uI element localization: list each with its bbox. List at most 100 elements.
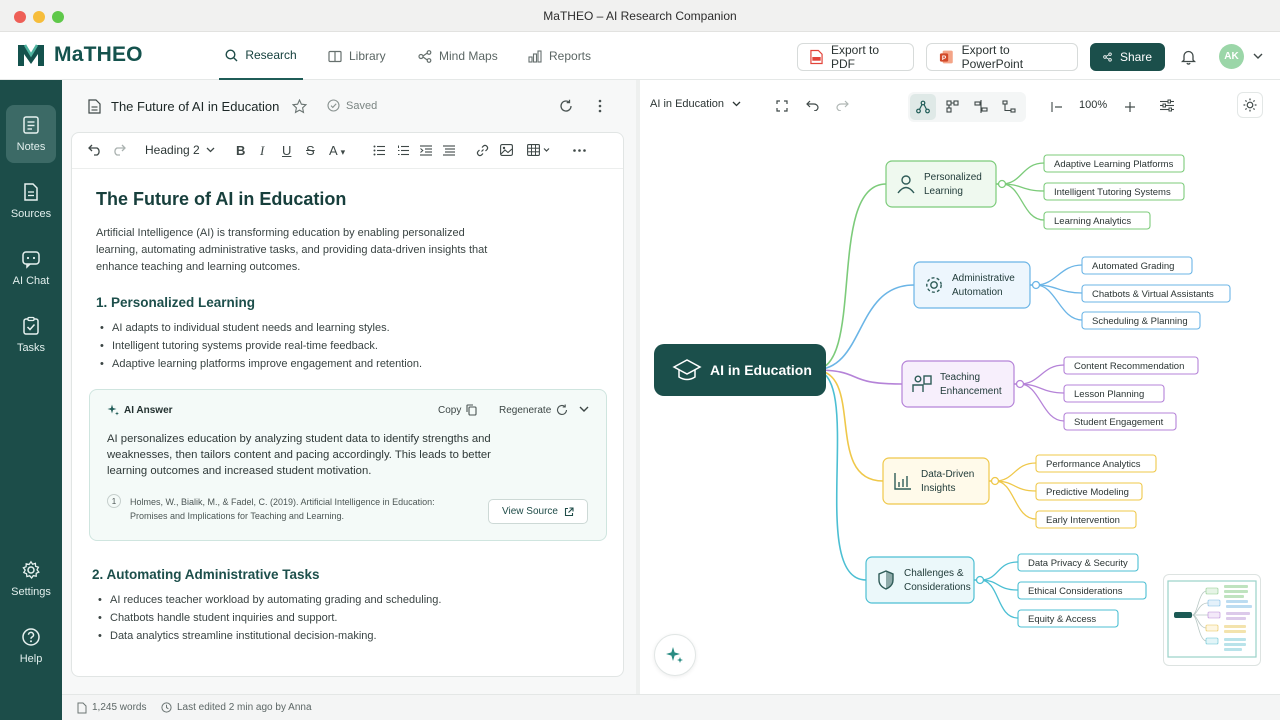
user-avatar[interactable]: AK — [1219, 44, 1244, 69]
branch-node-label: Personalized — [924, 172, 982, 183]
export-pdf-button[interactable]: Export to PDF — [797, 43, 914, 71]
sidebar-item-sources[interactable]: Sources — [6, 172, 56, 230]
mindmap-leaf-node[interactable]: Early Intervention — [1035, 510, 1137, 529]
indent-icon[interactable] — [420, 145, 432, 156]
root-node-label: AI in Education — [710, 362, 812, 378]
share-button[interactable]: Share — [1090, 43, 1165, 71]
mindmap-leaf-node[interactable]: Predictive Modeling — [1035, 482, 1143, 501]
branch-junction[interactable] — [975, 575, 985, 585]
strikethrough-icon[interactable]: S — [306, 143, 315, 158]
sidebar-item-label: Tasks — [16, 342, 46, 354]
branch-node-label: Learning — [924, 186, 963, 197]
leaf-connector — [1030, 284, 1083, 321]
mindmap-leaf-node[interactable]: Automated Grading — [1081, 256, 1193, 275]
table-icon[interactable] — [527, 144, 551, 156]
branch-junction[interactable] — [997, 179, 1007, 189]
app-name: MaTHEO — [54, 43, 143, 66]
ai-assist-button[interactable] — [654, 634, 696, 676]
star-icon[interactable] — [292, 99, 307, 114]
leaf-node-label: Automated Grading — [1092, 261, 1174, 272]
mindmap-root-node[interactable]: AI in Education — [654, 344, 826, 396]
align-icon[interactable] — [443, 145, 455, 156]
check-circle-icon — [327, 99, 340, 112]
leaf-node-label: Student Engagement — [1074, 417, 1164, 428]
mindmap-leaf-node[interactable]: Adaptive Learning Platforms — [1043, 154, 1185, 173]
mindmap-leaf-node[interactable]: Scheduling & Planning — [1081, 311, 1201, 330]
copy-label: Copy — [438, 404, 462, 416]
mindmap-leaf-node[interactable]: Content Recommendation — [1063, 356, 1199, 375]
sidebar-item-label: Notes — [16, 141, 46, 153]
bullet-list-icon[interactable] — [373, 145, 385, 156]
ai-answer-text: AI personalizes education by analyzing s… — [107, 433, 491, 477]
regenerate-button[interactable]: Regenerate — [499, 404, 568, 416]
section-heading: 1. Personalized Learning — [96, 295, 256, 310]
mindmap-branch-node[interactable]: Challenges & Considerations — [865, 556, 975, 604]
underline-icon[interactable]: U — [282, 143, 291, 158]
tab-research[interactable]: Research — [219, 32, 303, 80]
sidebar-item-help[interactable]: Help — [6, 617, 56, 675]
sidebar-item-ai-chat[interactable]: AI Chat — [6, 239, 56, 297]
tab-reports[interactable]: Reports — [528, 32, 591, 80]
refresh-icon[interactable] — [559, 99, 573, 113]
mindmap-leaf-node[interactable]: Ethical Considerations — [1017, 581, 1147, 600]
sidebar-item-label: AI Chat — [12, 275, 50, 287]
mindmap-leaf-node[interactable]: Intelligent Tutoring Systems — [1043, 182, 1185, 201]
app-logo[interactable]: MaTHEO — [16, 42, 143, 68]
status-bar: 1,245 words Last edited 2 min ago by Ann… — [62, 694, 1280, 720]
undo-icon[interactable] — [88, 144, 102, 156]
more-vertical-icon[interactable] — [598, 99, 602, 113]
leaf-node-label: Adaptive Learning Platforms — [1054, 159, 1174, 170]
leaf-connector — [996, 183, 1045, 221]
sidebar-item-label: Settings — [11, 586, 51, 598]
mindmap-pane: AI in Education 100% AI in Education Pers… — [640, 80, 1280, 694]
branch-node-box — [885, 160, 997, 208]
leaf-node-label: Equity & Access — [1028, 614, 1096, 625]
mindmap-leaf-node[interactable]: Equity & Access — [1017, 609, 1119, 628]
bell-icon[interactable] — [1181, 49, 1196, 65]
link-icon[interactable] — [476, 144, 489, 157]
bold-icon[interactable]: B — [236, 143, 245, 158]
copy-button[interactable]: Copy — [438, 404, 477, 416]
sidebar-item-settings[interactable]: Settings — [6, 550, 56, 608]
powerpoint-icon: P — [939, 50, 953, 64]
export-powerpoint-label: Export to PowerPoint — [961, 43, 1024, 71]
leaf-node-label: Chatbots & Virtual Assistants — [1092, 289, 1214, 300]
minimap[interactable] — [1163, 574, 1261, 666]
tab-mind-maps[interactable]: Mind Maps — [418, 32, 498, 80]
text-color-icon[interactable]: A ▾ — [329, 143, 345, 158]
view-source-button[interactable]: View Source — [488, 499, 588, 524]
mindmap-branch-node[interactable]: Teaching Enhancement — [901, 360, 1015, 408]
italic-icon[interactable]: I — [260, 143, 264, 159]
more-horizontal-icon[interactable] — [573, 149, 586, 152]
chevron-down-icon[interactable] — [1253, 53, 1263, 60]
redo-icon[interactable] — [112, 144, 126, 156]
mindmap-branch-node[interactable]: Personalized Learning — [885, 160, 997, 208]
sidebar-item-notes[interactable]: Notes — [6, 105, 56, 163]
mindmap-branch-node[interactable]: Data-Driven Insights — [882, 457, 990, 505]
mindmap-leaf-node[interactable]: Chatbots & Virtual Assistants — [1081, 284, 1231, 303]
numbered-list-icon[interactable] — [397, 145, 409, 156]
branch-junction[interactable] — [1015, 379, 1025, 389]
image-icon[interactable] — [500, 144, 513, 156]
mindmap-leaf-node[interactable]: Data Privacy & Security — [1017, 553, 1139, 572]
tab-library[interactable]: Library — [328, 32, 386, 80]
branch-junction[interactable] — [990, 476, 1000, 486]
chevron-down-icon[interactable] — [579, 406, 589, 413]
mindmap-branch-node[interactable]: Administrative Automation — [913, 261, 1031, 309]
list-item: Data analytics streamline institutional … — [98, 630, 441, 648]
branch-junction[interactable] — [1031, 280, 1041, 290]
heading-style-select[interactable]: Heading 2 — [145, 143, 215, 157]
document-title[interactable]: The Future of AI in Education — [111, 99, 279, 114]
export-powerpoint-button[interactable]: P Export to PowerPoint — [926, 43, 1078, 71]
leaf-node-label: Scheduling & Planning — [1092, 316, 1188, 327]
sidebar-item-tasks[interactable]: Tasks — [6, 306, 56, 364]
mindmap-leaf-node[interactable]: Lesson Planning — [1063, 384, 1165, 403]
word-count: 1,245 words — [92, 702, 147, 713]
mindmap-leaf-node[interactable]: Student Engagement — [1063, 412, 1177, 431]
editor[interactable]: Heading 2 B I U S A ▾ The Future of AI in… — [71, 132, 624, 677]
branch-connector — [813, 369, 867, 581]
mindmap-leaf-node[interactable]: Performance Analytics — [1035, 454, 1157, 473]
sparkle-icon — [666, 647, 683, 663]
mindmap-leaf-node[interactable]: Learning Analytics — [1043, 211, 1151, 230]
leaf-node-label: Early Intervention — [1046, 515, 1120, 526]
